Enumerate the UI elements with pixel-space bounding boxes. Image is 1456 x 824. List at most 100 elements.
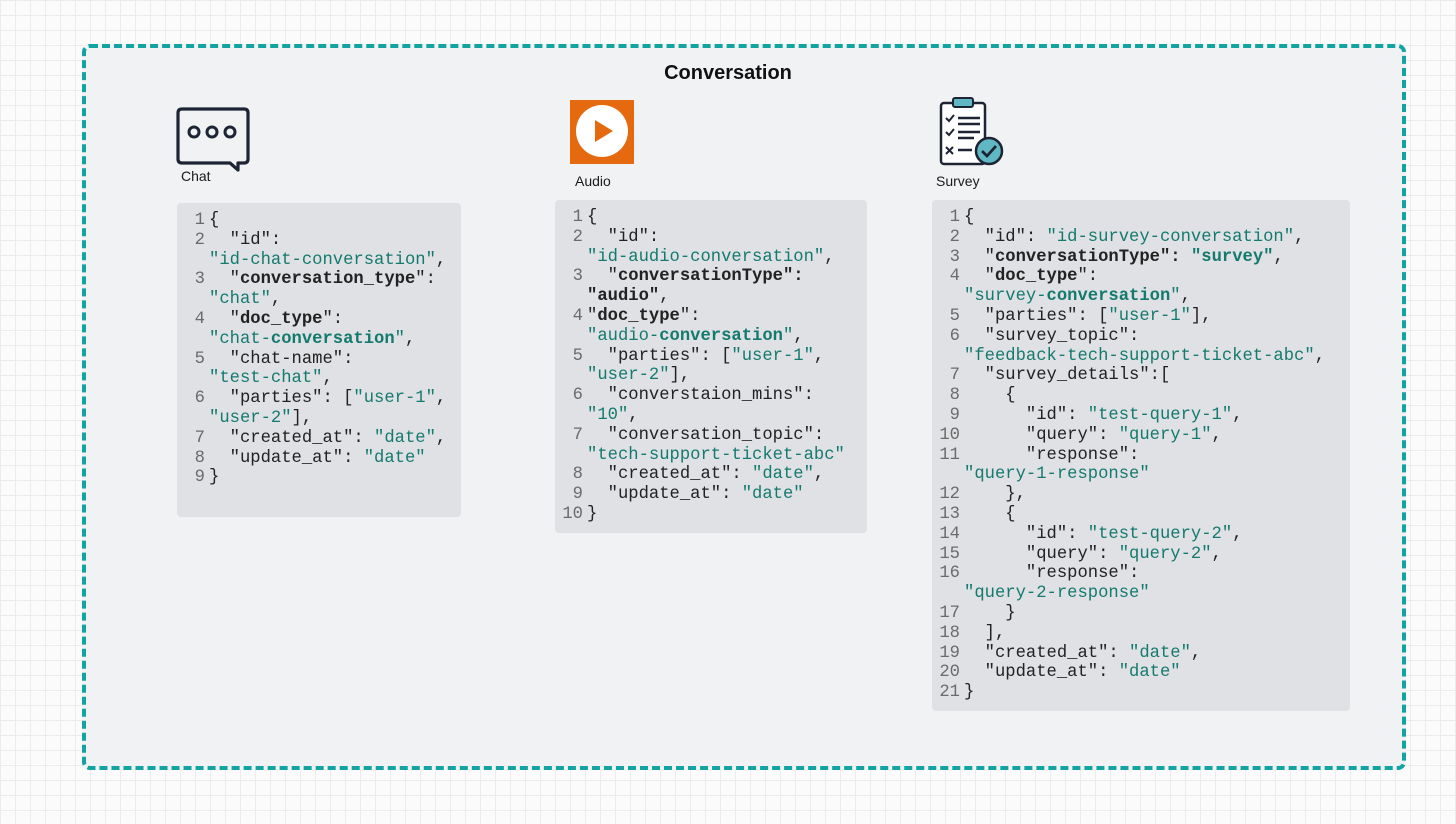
line-number: 15 — [939, 544, 960, 564]
code-token: { — [964, 208, 975, 227]
speech-bubble-icon — [176, 107, 250, 172]
code-token: conversation_type — [239, 270, 416, 290]
code-token: conversationType": — [994, 247, 1191, 267]
code-line: 7 "survey_details":[ — [932, 366, 1350, 386]
code-token: "response": — [964, 445, 1140, 465]
code-token: , — [628, 405, 639, 425]
line-number — [932, 287, 964, 307]
code-line: 17 } — [932, 604, 1350, 624]
code-text: "feedback-tech-support-ticket-abc", — [964, 347, 1325, 367]
code-token: "id-chat-conversation" — [209, 250, 436, 270]
code-token: , — [1211, 544, 1222, 564]
line-number — [177, 251, 209, 271]
code-text: "created_at": "date", — [209, 428, 447, 449]
code-text: { — [964, 208, 974, 228]
code-token: } — [587, 504, 598, 524]
code-text: "conversationType": — [587, 267, 804, 287]
code-token: , — [813, 465, 825, 485]
code-token: ], — [1190, 306, 1212, 326]
code-token: ], — [291, 408, 313, 428]
code-token: ": — [679, 306, 701, 326]
line-number: 12 — [939, 485, 960, 505]
line-number: 21 — [939, 683, 960, 703]
code-line: 8 "created_at": "date", — [555, 465, 867, 485]
code-token: "10" — [587, 405, 629, 425]
code-text: { — [209, 211, 219, 231]
code-token: "chat- — [209, 329, 271, 349]
code-token: " — [394, 329, 405, 349]
line-number: 2 — [194, 230, 205, 250]
play-button-icon — [570, 100, 634, 164]
code-text: "chat", — [209, 290, 281, 310]
line-number: 7 — [194, 428, 205, 448]
code-token: "query-2" — [1118, 544, 1212, 564]
code-text: "doc_type": — [964, 267, 1098, 287]
line-number: 16 — [939, 564, 960, 584]
code-token: ], — [964, 623, 1006, 643]
code-text: "audio", — [587, 287, 670, 307]
code-token: { — [587, 208, 598, 227]
code-token: ": — [322, 309, 344, 329]
code-token: { — [964, 386, 1016, 406]
code-line: "user-2"], — [177, 409, 461, 429]
code-text: "query-2-response" — [964, 584, 1150, 604]
code-text: "tech-support-ticket-abc" — [587, 446, 845, 466]
code-token: , — [1294, 227, 1305, 247]
code-text: ], — [964, 623, 1006, 644]
code-token: "tech-support-ticket-abc" — [587, 445, 845, 465]
code-line: 4 "doc_type": — [177, 310, 461, 330]
code-line: 3 "conversationType": "survey", — [932, 248, 1350, 268]
code-token: , — [435, 428, 447, 448]
code-text: } — [964, 683, 974, 703]
code-line: 9 "id": "test-query-1", — [932, 406, 1350, 426]
line-number: 2 — [572, 227, 583, 247]
line-number: 5 — [572, 346, 583, 366]
code-text: "converstaion_mins": — [587, 386, 814, 406]
code-token: "date" — [741, 485, 804, 505]
code-token: "query-1" — [1118, 425, 1212, 445]
line-number: 10 — [939, 425, 960, 445]
code-line: "audio", — [555, 287, 867, 307]
code-text: "doc_type": — [209, 310, 343, 330]
code-line: "user-2"], — [555, 366, 867, 386]
code-text: "parties": ["user-1", — [209, 389, 447, 409]
line-number: 1 — [949, 208, 960, 227]
code-token: "feedback-tech-support-ticket-abc" — [964, 346, 1315, 366]
code-text: "update_at": "date" — [964, 663, 1181, 683]
code-token: , — [813, 346, 825, 366]
code-text: { — [964, 386, 1016, 406]
code-token: "survey_details":[ — [964, 366, 1171, 386]
audio-label: Audio — [575, 173, 611, 189]
code-token: "user-2" — [209, 408, 292, 428]
code-text: "conversation_topic": — [587, 425, 825, 446]
code-text: "query": "query-2", — [964, 545, 1222, 565]
code-token: " — [964, 267, 995, 287]
line-number: 7 — [949, 366, 960, 386]
code-token: , — [322, 369, 333, 389]
code-line: 9 "update_at": "date" — [555, 485, 867, 505]
code-token: "update_at": — [964, 663, 1119, 683]
code-token: , — [1232, 524, 1243, 544]
code-token: "converstaion_mins": — [587, 386, 814, 406]
code-text: "chat-conversation", — [209, 330, 415, 350]
code-text: { — [587, 208, 597, 228]
code-line: 20 "update_at": "date" — [932, 663, 1350, 683]
line-number: 4 — [572, 306, 583, 326]
code-line: 5 "parties": ["user-1", — [555, 347, 867, 367]
code-token: , — [793, 326, 804, 346]
code-token: "survey_topic": — [964, 326, 1140, 346]
code-token: "response": — [964, 564, 1140, 584]
code-token: "date" — [1129, 643, 1191, 663]
code-token: "chat-name": — [209, 349, 354, 369]
code-line: 19 "created_at": "date", — [932, 644, 1350, 664]
line-number: 6 — [194, 389, 205, 409]
code-token: conversationType": — [617, 267, 804, 287]
code-line: 10 "query": "query-1", — [932, 426, 1350, 446]
code-token: , — [435, 389, 447, 409]
code-token: ": — [1077, 267, 1099, 287]
code-token: "query": — [964, 544, 1119, 564]
code-line: "tech-support-ticket-abc" — [555, 446, 867, 466]
code-token: "conversation_topic": — [587, 425, 825, 445]
code-line: 6 "converstaion_mins": — [555, 386, 867, 406]
code-token: , — [435, 250, 447, 270]
